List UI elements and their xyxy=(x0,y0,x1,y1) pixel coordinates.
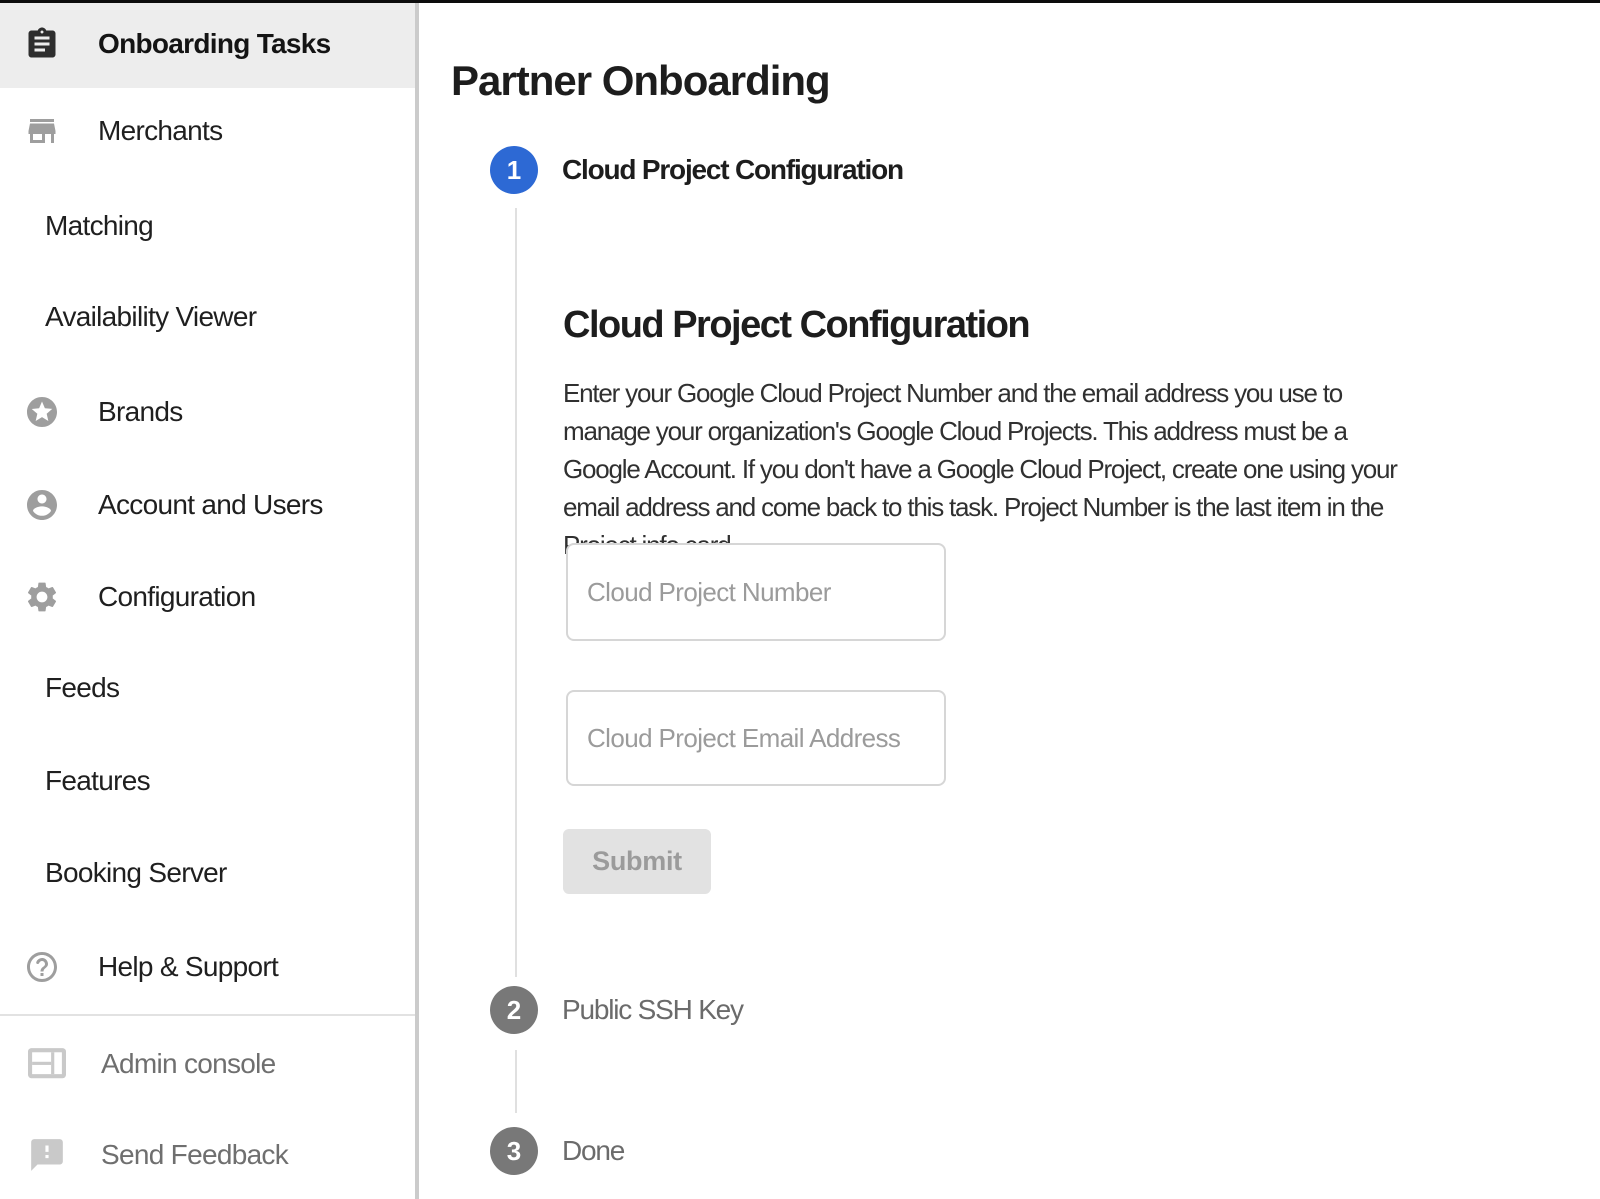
sidebar-item-label: Features xyxy=(45,767,150,795)
storefront-icon xyxy=(24,113,60,149)
section-description: Enter your Google Cloud Project Number a… xyxy=(563,374,1573,564)
sidebar-item-label: Availability Viewer xyxy=(45,303,256,331)
sidebar: Onboarding Tasks Merchants Matching Avai… xyxy=(0,0,415,1199)
sidebar-item-label: Configuration xyxy=(98,583,255,611)
step-cloud-project-configuration[interactable]: 1 Cloud Project Configuration xyxy=(490,146,903,194)
step-label: Done xyxy=(562,1137,624,1165)
window-top-edge xyxy=(0,0,1600,3)
help-icon xyxy=(24,949,60,985)
sidebar-item-brands[interactable]: Brands xyxy=(0,367,415,457)
sidebar-item-feeds[interactable]: Feeds xyxy=(0,643,415,733)
sidebar-item-label: Feeds xyxy=(45,674,119,702)
sidebar-item-booking-server[interactable]: Booking Server xyxy=(0,828,415,918)
submit-button[interactable]: Submit xyxy=(563,829,711,894)
step-label: Cloud Project Configuration xyxy=(562,156,903,184)
sidebar-item-onboarding-tasks[interactable]: Onboarding Tasks xyxy=(0,0,415,88)
sidebar-item-features[interactable]: Features xyxy=(0,736,415,826)
admin-console-icon xyxy=(28,1045,66,1083)
feedback-icon xyxy=(28,1136,66,1174)
sidebar-border xyxy=(415,0,419,1199)
app-window: Onboarding Tasks Merchants Matching Avai… xyxy=(0,0,1600,1199)
account-circle-icon xyxy=(24,487,60,523)
sidebar-item-label: Account and Users xyxy=(98,491,323,519)
sidebar-item-matching[interactable]: Matching xyxy=(0,181,415,271)
page-title: Partner Onboarding xyxy=(451,60,830,102)
sidebar-item-label: Matching xyxy=(45,212,153,240)
sidebar-item-send-feedback[interactable]: Send Feedback xyxy=(0,1110,415,1199)
cloud-project-number-input[interactable] xyxy=(566,543,946,641)
star-circle-icon xyxy=(24,394,60,430)
sidebar-item-availability-viewer[interactable]: Availability Viewer xyxy=(0,272,415,362)
gear-icon xyxy=(24,579,60,615)
sidebar-item-admin-console[interactable]: Admin console xyxy=(0,1019,415,1109)
clipboard-icon xyxy=(24,26,60,62)
stepper-connector xyxy=(515,1050,517,1113)
step-label: Public SSH Key xyxy=(562,996,743,1024)
sidebar-item-label: Admin console xyxy=(101,1050,276,1078)
sidebar-item-label: Help & Support xyxy=(98,953,278,981)
step-number-badge: 2 xyxy=(490,986,538,1034)
sidebar-item-label: Brands xyxy=(98,398,183,426)
sidebar-item-label: Booking Server xyxy=(45,859,227,887)
step-number-badge: 1 xyxy=(490,146,538,194)
step-done[interactable]: 3 Done xyxy=(490,1127,624,1175)
sidebar-item-configuration[interactable]: Configuration xyxy=(0,552,415,642)
step-public-ssh-key[interactable]: 2 Public SSH Key xyxy=(490,986,743,1034)
sidebar-divider xyxy=(0,1014,415,1016)
cloud-project-email-input[interactable] xyxy=(566,690,946,786)
step-number-badge: 3 xyxy=(490,1127,538,1175)
sidebar-item-label: Onboarding Tasks xyxy=(98,30,331,58)
sidebar-item-label: Send Feedback xyxy=(101,1141,288,1169)
sidebar-item-label: Merchants xyxy=(98,117,222,145)
sidebar-item-merchants[interactable]: Merchants xyxy=(0,86,415,176)
sidebar-item-account-and-users[interactable]: Account and Users xyxy=(0,460,415,550)
stepper-connector xyxy=(515,208,517,977)
sidebar-item-help-support[interactable]: Help & Support xyxy=(0,922,415,1012)
section-heading: Cloud Project Configuration xyxy=(563,306,1029,344)
